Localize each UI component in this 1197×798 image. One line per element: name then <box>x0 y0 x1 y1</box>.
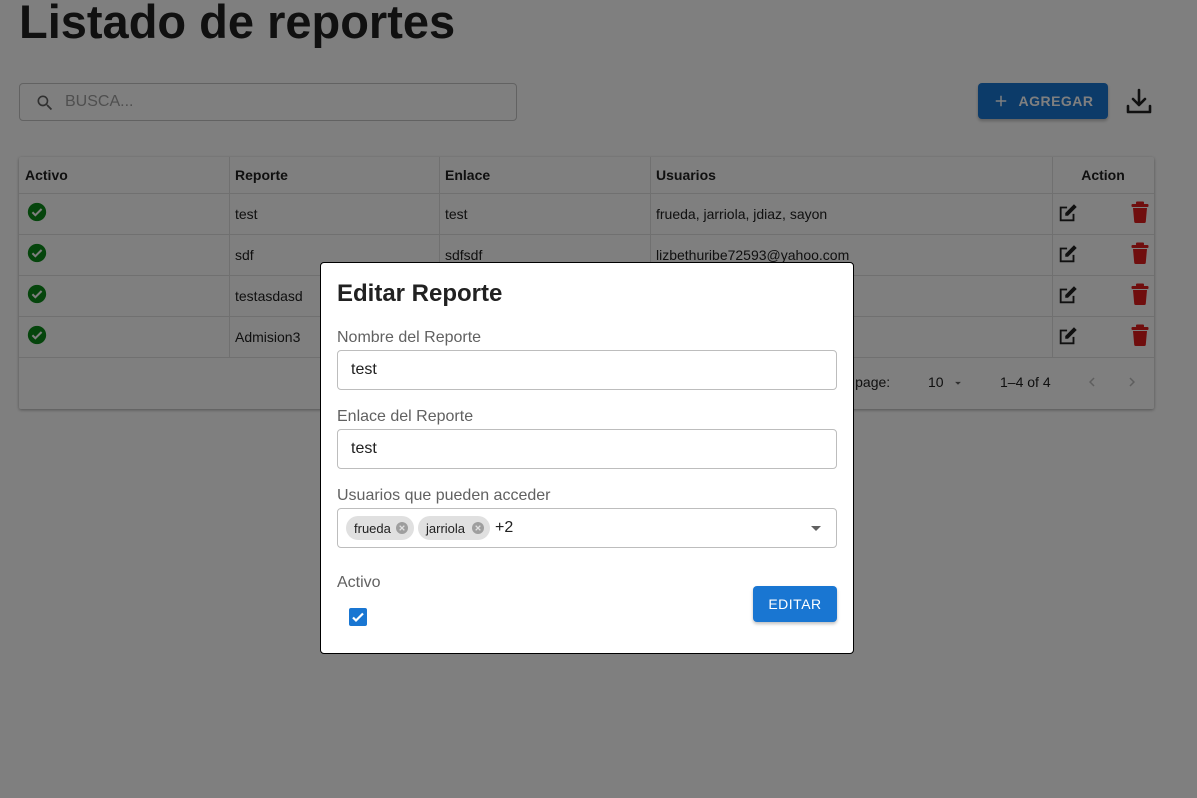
report-link-input[interactable] <box>337 429 837 469</box>
user-chip[interactable]: jarriola <box>418 516 490 540</box>
chip-remove-icon[interactable] <box>470 520 486 536</box>
checkmark-icon <box>352 612 364 623</box>
report-link-label: Enlace del Reporte <box>337 408 474 425</box>
chip-remove-icon[interactable] <box>394 520 410 536</box>
user-chip[interactable]: frueda <box>346 516 414 540</box>
report-name-label: Nombre del Reporte <box>337 329 482 346</box>
user-chip-label: frueda <box>354 520 391 536</box>
edit-submit-button[interactable]: EDITAR <box>753 586 837 622</box>
active-checkbox[interactable] <box>349 608 367 626</box>
active-label: Activo <box>337 574 381 591</box>
user-chip-label: jarriola <box>426 520 466 536</box>
dropdown-arrow-icon[interactable] <box>810 525 822 533</box>
users-label: Usuarios que pueden acceder <box>337 487 551 504</box>
report-name-input[interactable] <box>337 350 837 390</box>
edit-report-dialog: Editar Reporte Nombre del Reporte Enlace… <box>320 262 854 654</box>
more-users-count: +2 <box>495 519 514 536</box>
dialog-title: Editar Reporte <box>337 280 503 307</box>
users-select[interactable]: frueda jarriola +2 <box>337 508 837 548</box>
